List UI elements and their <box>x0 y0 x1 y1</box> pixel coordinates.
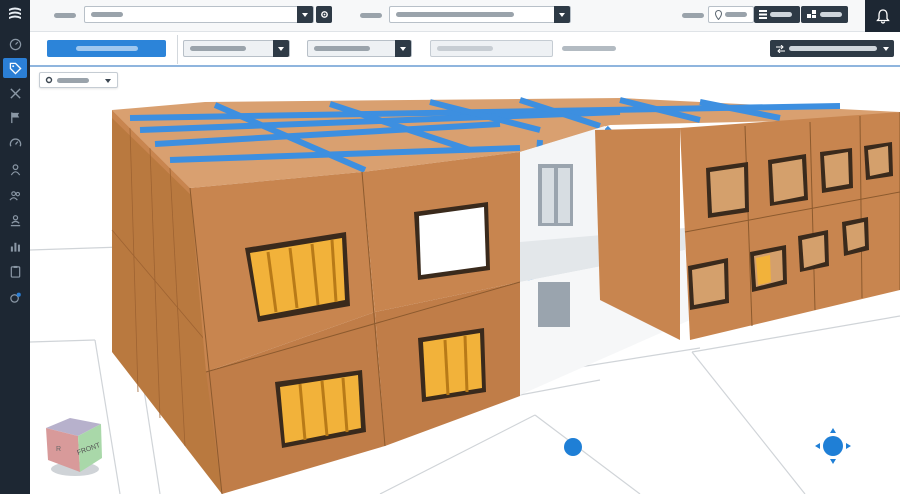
list-icon <box>759 10 767 19</box>
location-marker[interactable] <box>564 438 582 456</box>
group-icon <box>8 190 20 201</box>
connector-door-lower <box>538 282 570 327</box>
view-mode-3d-button[interactable] <box>801 6 848 23</box>
model-select[interactable] <box>389 6 571 23</box>
list-button-label <box>770 12 792 17</box>
swap-arrows-icon <box>776 45 785 53</box>
notifications-button[interactable] <box>865 0 900 32</box>
filter-toolbar <box>30 32 900 67</box>
sidebar-item-checklist[interactable] <box>5 261 25 281</box>
location-select[interactable] <box>708 6 754 23</box>
sidebar-item-flags[interactable] <box>5 107 25 127</box>
filter-select-1-value <box>190 46 246 51</box>
top-bar <box>30 0 900 32</box>
speedometer-icon <box>9 137 21 147</box>
project-label <box>54 13 76 18</box>
location-label <box>682 13 704 18</box>
pan-navigation-control[interactable] <box>815 428 851 464</box>
gear-icon <box>320 11 328 18</box>
primary-action-button[interactable] <box>47 40 166 57</box>
nav-cube-side-label: R <box>56 446 61 453</box>
model-select-value <box>396 12 514 17</box>
location-select-value <box>725 12 747 17</box>
flag-icon <box>10 111 19 123</box>
view-options-value <box>57 78 89 83</box>
settings-toggle-icon <box>9 292 21 303</box>
sidebar-item-performance[interactable] <box>5 133 25 153</box>
left-sidebar <box>0 0 30 494</box>
app-logo-icon <box>9 7 21 19</box>
primary-action-label <box>75 46 138 51</box>
sidebar-item-team[interactable] <box>5 185 25 205</box>
app-root: R FRONT <box>0 0 900 494</box>
sidebar-item-dashboard[interactable] <box>5 34 25 54</box>
cubes-icon <box>807 10 816 18</box>
sidebar-item-tags[interactable] <box>3 58 27 78</box>
building-model-render[interactable]: R FRONT <box>30 67 900 494</box>
tools-icon <box>9 87 21 99</box>
dashboard-gauge-icon <box>9 38 21 50</box>
bell-icon <box>875 8 890 24</box>
chevron-down-icon <box>273 40 289 57</box>
project-select-value <box>91 12 123 17</box>
filter-select-1[interactable] <box>183 40 290 57</box>
chevron-down-icon <box>883 47 889 51</box>
sidebar-item-user[interactable] <box>5 159 25 179</box>
sidebar-item-tools[interactable] <box>5 83 25 103</box>
filter-status-text <box>562 46 616 51</box>
map-pin-icon <box>715 10 722 20</box>
view-options-dropdown[interactable] <box>39 72 118 88</box>
filter-search-placeholder <box>437 46 493 51</box>
view-navigation-cube[interactable]: R FRONT <box>46 418 102 476</box>
model-label <box>360 13 382 18</box>
view-mode-list-button[interactable] <box>754 6 800 23</box>
sidebar-item-settings[interactable] <box>5 287 25 307</box>
chevron-down-icon <box>554 6 570 23</box>
toolbar-divider <box>177 35 178 64</box>
sort-select-value <box>789 46 877 51</box>
gear-icon <box>45 76 53 84</box>
sidebar-item-upload[interactable] <box>5 210 25 230</box>
chevron-down-icon <box>105 79 111 83</box>
model-viewport[interactable]: R FRONT <box>30 67 900 494</box>
chevron-down-icon <box>395 40 411 57</box>
sort-select[interactable] <box>770 40 894 57</box>
sidebar-item-reports[interactable] <box>5 236 25 256</box>
chevron-down-icon <box>297 6 313 23</box>
clipboard-icon <box>10 265 20 278</box>
filter-search-input[interactable] <box>430 40 553 57</box>
user-upload-icon <box>10 214 20 226</box>
user-icon <box>10 163 20 175</box>
bar-chart-icon <box>10 242 20 252</box>
filter-select-2[interactable] <box>307 40 412 57</box>
filter-select-2-value <box>314 46 370 51</box>
tag-icon <box>9 62 22 75</box>
3d-button-label <box>820 12 842 17</box>
project-select[interactable] <box>84 6 314 23</box>
project-settings-button[interactable] <box>316 6 332 23</box>
